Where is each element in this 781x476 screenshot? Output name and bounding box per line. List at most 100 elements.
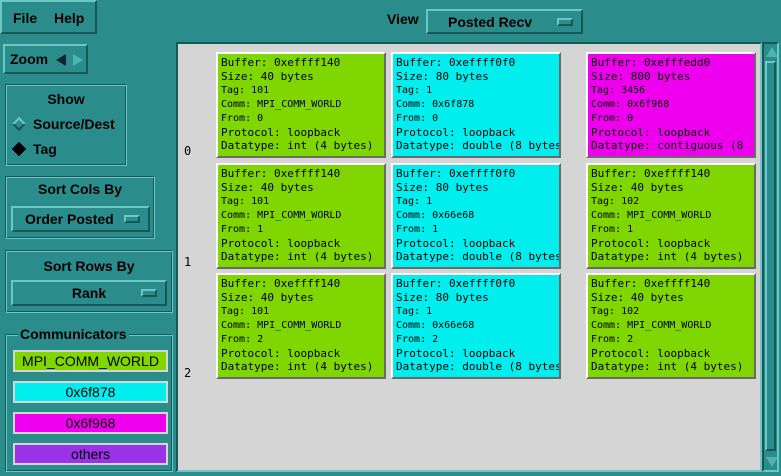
sort-cols-option-menu[interactable]: Order Posted xyxy=(11,206,150,232)
message-tag: Tag: 3456 xyxy=(591,84,646,96)
message-from: From: 0 xyxy=(221,112,264,124)
message-tag: Tag: 1 xyxy=(396,195,433,207)
message-cell[interactable]: Buffer: 0xeffff140 Size: 40 bytes Tag: 102… xyxy=(586,163,756,269)
message-datatype: Datatype: double (8 bytes) xyxy=(396,250,561,264)
message-tag: Tag: 102 xyxy=(591,305,640,317)
message-datatype: Datatype: int (4 bytes) xyxy=(221,360,374,374)
message-cell[interactable]: Buffer: 0xeffff140 Size: 40 bytes Tag: 101… xyxy=(216,273,386,379)
message-grid-canvas: 0 1 2 Buffer: 0xeffff140 Size: 40 bytes Ta… xyxy=(178,44,760,470)
message-datatype: Datatype: int (4 bytes) xyxy=(221,139,374,153)
communicator-0x6f968[interactable]: 0x6f968 xyxy=(13,412,168,434)
message-size: Size: 40 bytes xyxy=(221,180,314,194)
message-datatype: Datatype: int (4 bytes) xyxy=(221,250,374,264)
message-from: From: 1 xyxy=(221,223,264,235)
show-tag-radio[interactable]: Tag xyxy=(11,141,57,157)
message-buffer: Buffer: 0xeffff140 xyxy=(591,277,711,290)
communicator-label: others xyxy=(71,446,110,462)
message-buffer: Buffer: 0xeffff0f0 xyxy=(396,56,516,69)
radio-label: Tag xyxy=(33,141,57,157)
row-label-rank-1: 1 xyxy=(184,255,192,269)
message-cell[interactable]: Buffer: 0xeffff0f0 Size: 80 bytes Tag: 1 Co… xyxy=(391,52,561,158)
message-cell[interactable]: Buffer: 0xeffff0f0 Size: 80 bytes Tag: 1 Co… xyxy=(391,163,561,269)
message-from: From: 1 xyxy=(396,223,439,235)
message-protocol: Protocol: loopback xyxy=(221,346,341,360)
message-buffer: Buffer: 0xeffff0f0 xyxy=(396,167,516,180)
message-size: Size: 40 bytes xyxy=(591,290,684,304)
message-tag: Tag: 102 xyxy=(591,195,640,207)
scrollbar-thumb[interactable] xyxy=(765,61,776,451)
scroll-down-arrow-icon[interactable] xyxy=(766,457,778,467)
message-datatype: Datatype: double (8 bytes) xyxy=(396,360,561,374)
message-size: Size: 80 bytes xyxy=(396,180,489,194)
message-protocol: Protocol: loopback xyxy=(396,125,516,139)
vertical-scrollbar[interactable] xyxy=(762,42,779,472)
sort-rows-option-menu[interactable]: Rank xyxy=(11,280,167,306)
communicator-label: 0x6f878 xyxy=(65,384,116,400)
zoom-in-arrow-icon[interactable] xyxy=(73,54,83,66)
radio-label: Source/Dest xyxy=(33,116,115,132)
scroll-up-arrow-icon[interactable] xyxy=(766,47,778,57)
message-from: From: 0 xyxy=(591,112,634,124)
message-from: From: 1 xyxy=(591,223,634,235)
message-protocol: Protocol: loopback xyxy=(221,125,341,139)
message-cell[interactable]: Buffer: 0xeffff0f0 Size: 80 bytes Tag: 1 Co… xyxy=(391,273,561,379)
message-size: Size: 40 bytes xyxy=(221,69,314,83)
message-buffer: Buffer: 0xefffedd0 xyxy=(591,56,711,69)
message-comm: Comm: MPI_COMM_WORLD xyxy=(221,209,342,221)
message-protocol: Protocol: loopback xyxy=(396,236,516,250)
communicator-mpi-comm-world[interactable]: MPI_COMM_WORLD xyxy=(13,350,168,372)
zoom-label: Zoom xyxy=(10,51,49,67)
message-from: From: 2 xyxy=(396,333,439,345)
sort-cols-title: Sort Cols By xyxy=(37,181,122,197)
communicators-title: Communicators xyxy=(18,326,129,342)
zoom-control: Zoom xyxy=(3,44,88,74)
message-comm: Comm: 0x66e68 xyxy=(396,319,475,331)
communicator-others[interactable]: others xyxy=(13,443,168,465)
message-comm: Comm: 0x6f878 xyxy=(396,98,475,110)
menubar: File Help xyxy=(0,0,97,34)
communicator-0x6f878[interactable]: 0x6f878 xyxy=(13,381,168,403)
message-size: Size: 40 bytes xyxy=(591,180,684,194)
message-size: Size: 80 bytes xyxy=(396,290,489,304)
message-comm: Comm: MPI_COMM_WORLD xyxy=(591,209,712,221)
radio-off-icon xyxy=(11,116,27,132)
view-selected-value: Posted Recv xyxy=(448,13,533,30)
zoom-out-arrow-icon[interactable] xyxy=(56,54,66,66)
message-from: From: 2 xyxy=(221,333,264,345)
communicator-label: 0x6f968 xyxy=(65,415,116,431)
view-label: View xyxy=(387,11,419,27)
message-comm: Comm: 0x6f968 xyxy=(591,98,670,110)
show-panel: Show Source/Dest Tag xyxy=(5,84,127,166)
sort-cols-panel: Sort Cols By Order Posted xyxy=(5,176,155,239)
show-source-dest-radio[interactable]: Source/Dest xyxy=(11,116,115,132)
message-datatype: Datatype: contiguous (8 xyxy=(591,139,744,153)
message-buffer: Buffer: 0xeffff140 xyxy=(221,56,341,69)
communicators-panel: Communicators MPI_COMM_WORLD 0x6f878 0x6… xyxy=(5,326,173,472)
message-protocol: Protocol: loopback xyxy=(591,125,711,139)
message-comm: Comm: MPI_COMM_WORLD xyxy=(221,319,342,331)
message-datatype: Datatype: int (4 bytes) xyxy=(591,360,744,374)
view-option-menu[interactable]: Posted Recv xyxy=(426,9,583,34)
message-tag: Tag: 101 xyxy=(221,84,270,96)
message-datatype: Datatype: double (8 bytes) xyxy=(396,139,561,153)
message-cell[interactable]: Buffer: 0xeffff140 Size: 40 bytes Tag: 102… xyxy=(586,273,756,379)
message-protocol: Protocol: loopback xyxy=(396,346,516,360)
help-menu[interactable]: Help xyxy=(54,10,84,26)
file-menu[interactable]: File xyxy=(13,10,37,26)
message-comm: Comm: MPI_COMM_WORLD xyxy=(591,319,712,331)
message-size: Size: 800 bytes xyxy=(591,69,691,83)
radio-on-icon xyxy=(11,141,27,157)
option-menu-indicator-icon xyxy=(557,17,573,26)
message-cell[interactable]: Buffer: 0xeffff140 Size: 40 bytes Tag: 101… xyxy=(216,163,386,269)
message-cell[interactable]: Buffer: 0xefffedd0 Size: 800 bytes Tag: 34… xyxy=(586,52,756,158)
message-protocol: Protocol: loopback xyxy=(591,236,711,250)
message-queue-view: 0 1 2 Buffer: 0xeffff140 Size: 40 bytes Ta… xyxy=(176,42,762,472)
message-buffer: Buffer: 0xeffff0f0 xyxy=(396,277,516,290)
row-label-rank-0: 0 xyxy=(184,144,192,158)
sort-cols-selected-value: Order Posted xyxy=(25,211,114,227)
sort-rows-title: Sort Rows By xyxy=(43,258,135,274)
message-from: From: 2 xyxy=(591,333,634,345)
message-protocol: Protocol: loopback xyxy=(221,236,341,250)
message-size: Size: 80 bytes xyxy=(396,69,489,83)
message-cell[interactable]: Buffer: 0xeffff140 Size: 40 bytes Tag: 101… xyxy=(216,52,386,158)
